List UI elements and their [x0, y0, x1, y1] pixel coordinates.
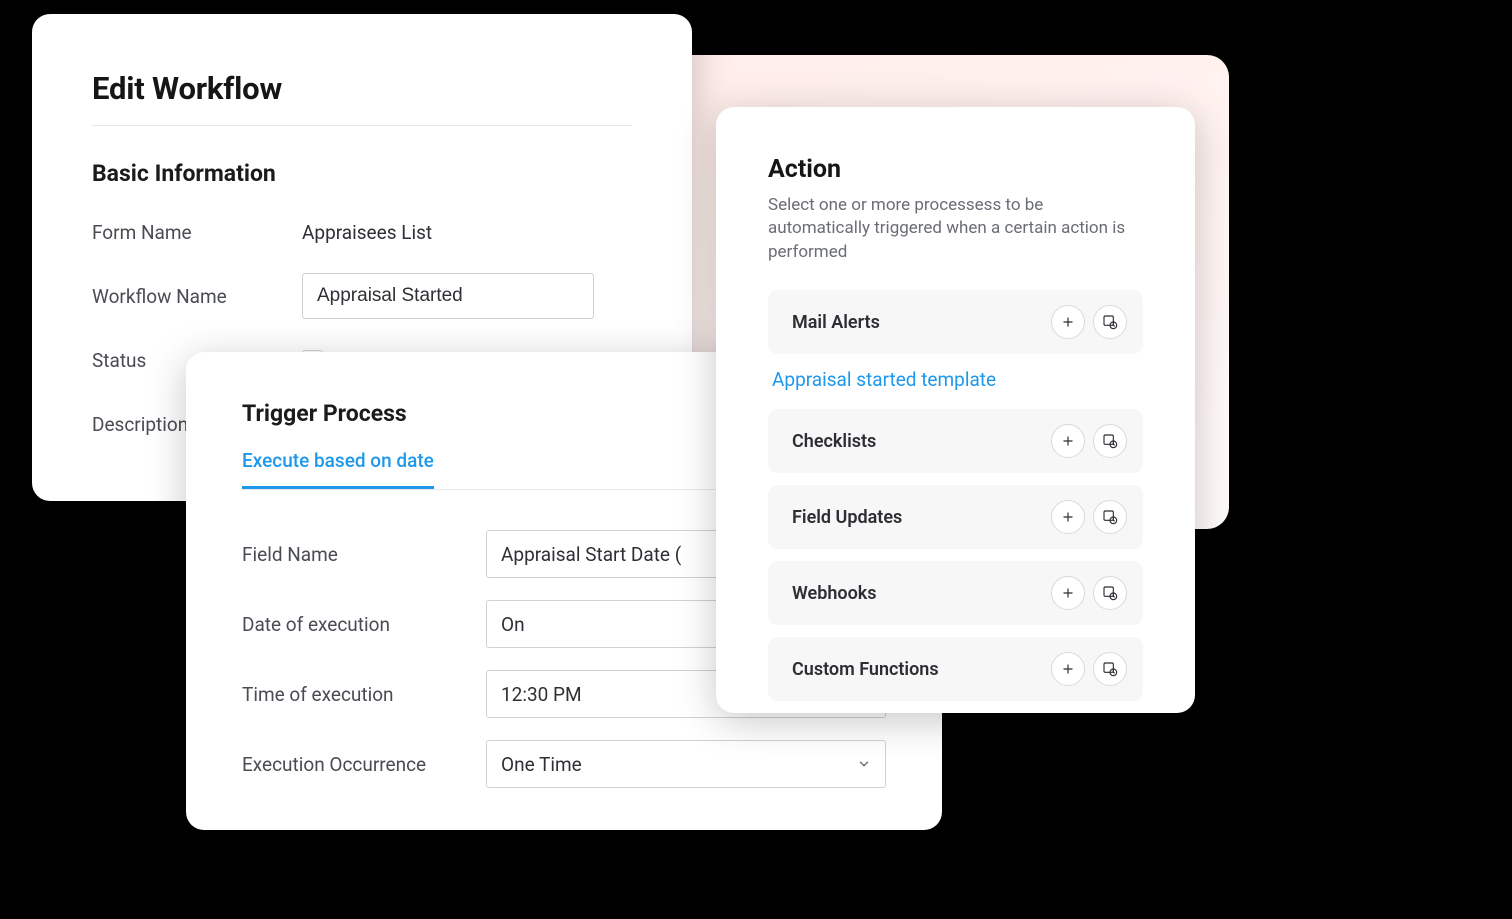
template-icon [1102, 661, 1118, 677]
workflow-name-label: Workflow Name [92, 285, 302, 308]
template-icon [1102, 314, 1118, 330]
tab-execute-on-date[interactable]: Execute based on date [242, 439, 434, 489]
action-title: Action [768, 155, 1143, 184]
template-button[interactable] [1093, 576, 1127, 610]
chevron-down-icon [857, 757, 871, 771]
template-link-row: Appraisal started template [772, 368, 1143, 391]
date-execution-label: Date of execution [242, 613, 486, 636]
edit-workflow-title: Edit Workflow [92, 70, 632, 107]
time-execution-value: 12:30 PM [501, 683, 582, 706]
execution-occurrence-select[interactable]: One Time [486, 740, 886, 788]
plus-icon [1061, 662, 1075, 676]
field-name-value: Appraisal Start Date ( [501, 543, 681, 566]
template-icon [1102, 433, 1118, 449]
time-execution-label: Time of execution [242, 683, 486, 706]
form-name-label: Form Name [92, 221, 302, 244]
template-button[interactable] [1093, 305, 1127, 339]
appraisal-template-link[interactable]: Appraisal started template [772, 368, 996, 391]
action-item-webhooks: Webhooks [768, 561, 1143, 625]
plus-icon [1061, 510, 1075, 524]
action-item-label: Mail Alerts [792, 312, 880, 333]
action-item-label: Custom Functions [792, 659, 939, 680]
template-button[interactable] [1093, 500, 1127, 534]
action-item-label: Webhooks [792, 583, 877, 604]
execution-occurrence-value: One Time [501, 753, 582, 776]
action-item-checklists: Checklists [768, 409, 1143, 473]
add-button[interactable] [1051, 652, 1085, 686]
plus-icon [1061, 315, 1075, 329]
form-name-value: Appraisees List [302, 221, 432, 244]
template-button[interactable] [1093, 652, 1127, 686]
action-subtitle: Select one or more processess to be auto… [768, 194, 1143, 264]
action-item-label: Field Updates [792, 507, 902, 528]
template-icon [1102, 585, 1118, 601]
add-button[interactable] [1051, 576, 1085, 610]
divider [92, 125, 632, 126]
form-name-row: Form Name Appraisees List [92, 209, 632, 255]
add-button[interactable] [1051, 424, 1085, 458]
plus-icon [1061, 434, 1075, 448]
workflow-name-input[interactable] [302, 273, 594, 319]
template-button[interactable] [1093, 424, 1127, 458]
execution-occurrence-row: Execution Occurrence One Time [242, 740, 886, 788]
action-item-field-updates: Field Updates [768, 485, 1143, 549]
workflow-name-row: Workflow Name [92, 273, 632, 319]
field-name-label: Field Name [242, 543, 486, 566]
basic-info-heading: Basic Information [92, 160, 632, 187]
execution-occurrence-label: Execution Occurrence [242, 753, 486, 776]
add-button[interactable] [1051, 305, 1085, 339]
action-item-custom-functions: Custom Functions [768, 637, 1143, 701]
action-item-label: Checklists [792, 431, 876, 452]
template-icon [1102, 509, 1118, 525]
add-button[interactable] [1051, 500, 1085, 534]
date-execution-value: On [501, 613, 525, 636]
action-item-mail-alerts: Mail Alerts [768, 290, 1143, 354]
action-card: Action Select one or more processess to … [716, 107, 1195, 713]
plus-icon [1061, 586, 1075, 600]
